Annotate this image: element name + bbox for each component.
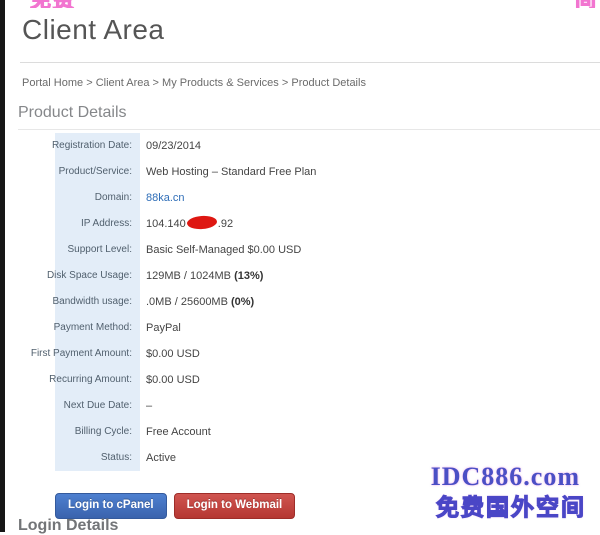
row-value: 09/23/2014 [140, 133, 201, 159]
row-value: Basic Self-Managed $0.00 USD [140, 237, 301, 263]
breadcrumb-item[interactable]: Portal Home [22, 77, 83, 89]
action-buttons: Login to cPanel Login to Webmail [55, 493, 295, 519]
table-row: Product/Service:Web Hosting – Standard F… [55, 159, 555, 185]
table-row: Disk Space Usage:129MB / 1024MB (13%) [55, 263, 555, 289]
page-title: Client Area [22, 14, 164, 46]
table-row: Support Level:Basic Self-Managed $0.00 U… [55, 237, 555, 263]
row-label: Disk Space Usage: [55, 263, 140, 289]
row-label: Recurring Amount: [55, 367, 140, 393]
row-label: Next Due Date: [55, 393, 140, 419]
row-value: $0.00 USD [140, 341, 200, 367]
product-details-section-title: Product Details [18, 104, 600, 130]
watermark-fragment-top-left: 免费 [30, 0, 76, 8]
row-value: .0MB / 25600MB (0%) [140, 289, 254, 315]
breadcrumb-separator: > [83, 77, 96, 89]
row-value: PayPal [140, 315, 181, 341]
domain-link[interactable]: 88ka.cn [146, 192, 185, 204]
breadcrumb-item[interactable]: Client Area [96, 77, 150, 89]
table-row: Payment Method:PayPal [55, 315, 555, 341]
row-label: Support Level: [55, 237, 140, 263]
row-value: Active [140, 445, 176, 471]
row-label: Status: [55, 445, 140, 471]
table-row: Next Due Date:– [55, 393, 555, 419]
row-label: Domain: [55, 185, 140, 211]
row-value: 104.140.92 [140, 211, 233, 237]
row-label: IP Address: [55, 211, 140, 237]
breadcrumb: Portal Home > Client Area > My Products … [22, 77, 366, 89]
header-divider [20, 62, 600, 63]
table-row: Recurring Amount:$0.00 USD [55, 367, 555, 393]
left-edge-bar [0, 0, 5, 532]
row-label: Product/Service: [55, 159, 140, 185]
redaction-mark [186, 215, 217, 230]
table-row: Billing Cycle:Free Account [55, 419, 555, 445]
table-row: IP Address:104.140.92 [55, 211, 555, 237]
product-details-table: Registration Date:09/23/2014Product/Serv… [55, 133, 555, 471]
table-row: Bandwidth usage:.0MB / 25600MB (0%) [55, 289, 555, 315]
row-label: Registration Date: [55, 133, 140, 159]
row-value: Free Account [140, 419, 211, 445]
breadcrumb-separator: > [150, 77, 163, 89]
watermark-slogan-text: 免费国外空间 [436, 488, 586, 522]
breadcrumb-item: Product Details [291, 77, 366, 89]
row-value: $0.00 USD [140, 367, 200, 393]
row-label: Bandwidth usage: [55, 289, 140, 315]
row-value: – [140, 393, 152, 419]
row-label: First Payment Amount: [55, 341, 140, 367]
breadcrumb-item[interactable]: My Products & Services [162, 77, 279, 89]
login-to-webmail-button[interactable]: Login to Webmail [174, 493, 296, 519]
row-value: 88ka.cn [140, 185, 185, 211]
row-value: Web Hosting – Standard Free Plan [140, 159, 316, 185]
row-label: Payment Method: [55, 315, 140, 341]
table-row: Registration Date:09/23/2014 [55, 133, 555, 159]
breadcrumb-separator: > [279, 77, 292, 89]
login-details-section-title: Login Details [18, 517, 118, 535]
row-value: 129MB / 1024MB (13%) [140, 263, 263, 289]
table-row: First Payment Amount:$0.00 USD [55, 341, 555, 367]
watermark-fragment-top-right: 间 [575, 0, 598, 8]
row-label: Billing Cycle: [55, 419, 140, 445]
table-row: Domain: 88ka.cn [55, 185, 555, 211]
login-to-cpanel-button[interactable]: Login to cPanel [55, 493, 167, 519]
